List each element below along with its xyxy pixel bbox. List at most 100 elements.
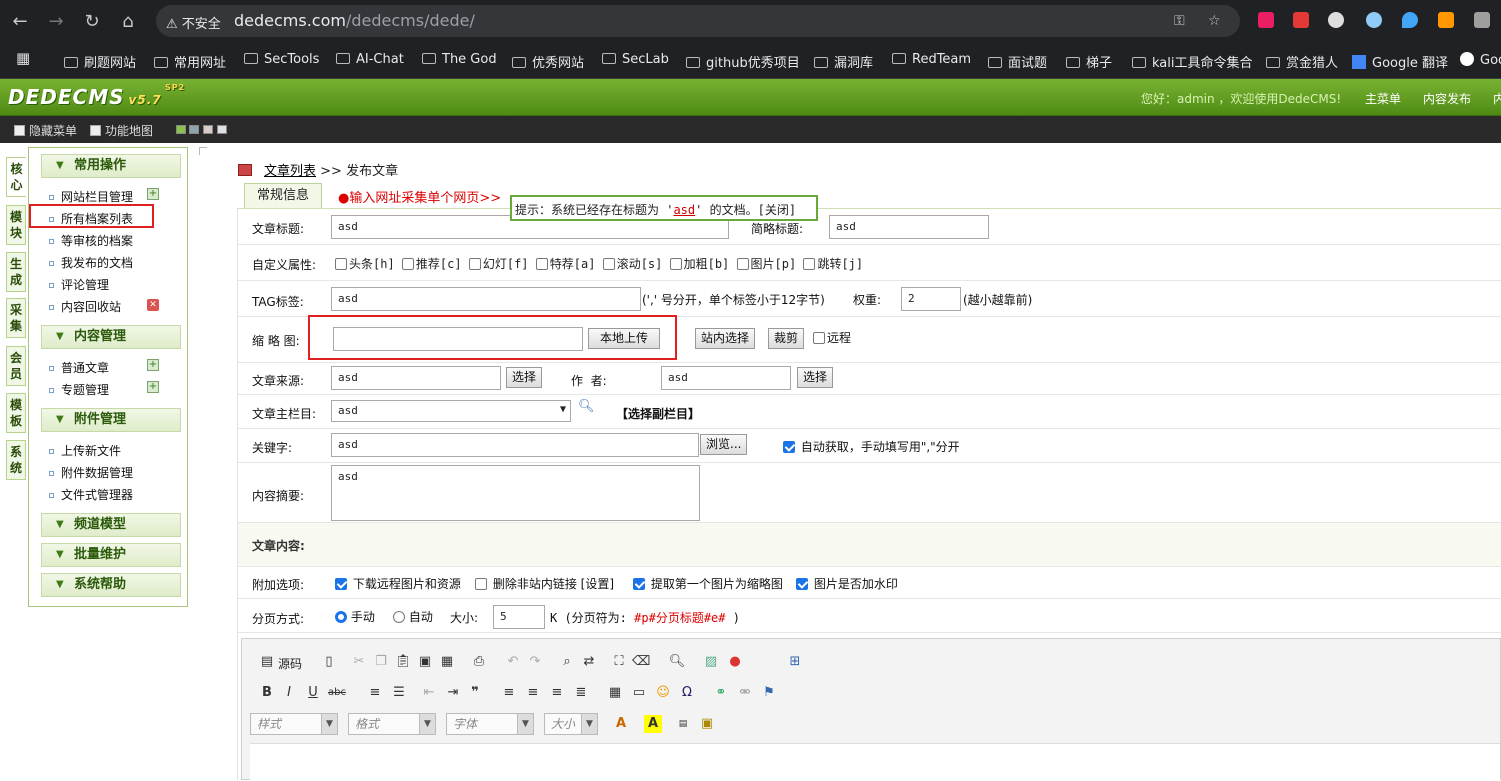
nav-content-publish[interactable]: 内容发布 [1423,90,1471,107]
strikethrough-icon[interactable]: abc [328,684,346,702]
source-input[interactable]: asd [331,366,501,390]
menu-group-common[interactable]: ▼ 常用操作 [41,154,181,178]
menu-group-batch[interactable]: ▼ 批量维护 [41,543,181,567]
unlink-icon[interactable]: ⚮ [736,684,754,702]
blockquote-icon[interactable]: ❞ [466,684,484,702]
bookmark-item[interactable]: AI-Chat [336,52,404,67]
bookmark-item[interactable]: 漏洞库 [814,52,873,71]
address-bar[interactable]: ⚠ 不安全 dedecms.com/dedecms/dede/ ⚿ ☆ [156,5,1240,37]
menu-item-columns[interactable]: 网站栏目管理 [49,188,133,205]
attr-h-checkbox[interactable]: 头条[h] [335,257,395,271]
align-right-icon[interactable]: ≡ [548,684,566,702]
bookmark-item[interactable]: kali工具命令集合 [1132,52,1253,71]
bookmark-item[interactable]: SecLab [602,52,669,67]
skin-white-swatch[interactable] [217,125,227,134]
bookmark-item[interactable]: 优秀网站 [512,52,584,71]
key-icon[interactable]: ⚿ [1174,13,1185,29]
menu-item-upload[interactable]: 上传新文件 [49,442,121,459]
watermark-checkbox[interactable]: 图片是否加水印 [796,575,898,592]
skin-gray-swatch[interactable] [189,125,199,134]
editor-content-area[interactable] [250,743,1500,781]
paging-auto-radio[interactable]: 自动 [393,608,433,625]
duplicate-title-tip[interactable]: 提示：系统已经存在标题为 'asd' 的文档。[关闭] [510,195,818,221]
flash-icon[interactable]: ● [726,653,744,671]
paste-text-icon[interactable]: ▣ [416,653,434,671]
page-break-icon[interactable]: ▤ [674,715,692,733]
extension-puzzle-icon[interactable] [1474,12,1490,28]
add-column-icon[interactable]: + [147,188,159,200]
attr-a-checkbox[interactable]: 特荐[a] [535,257,595,271]
cut-icon[interactable]: ✂ [350,653,368,671]
menu-group-channel-model[interactable]: ▼ 频道模型 [41,513,181,537]
remove-format-icon[interactable]: ⌫ [632,653,650,671]
tag-input[interactable]: asd [331,287,641,311]
bookmark-item[interactable]: The God [422,52,497,67]
ordered-list-icon[interactable]: ≡ [366,684,384,702]
text-color-icon[interactable]: A [612,715,630,733]
nav-more[interactable]: 内 [1493,90,1501,107]
paste-icon[interactable]: 📋︎ [394,653,412,671]
weight-input[interactable]: 2 [901,287,961,311]
download-remote-checkbox[interactable]: 下载远程图片和资源 [335,575,461,592]
bookmark-item[interactable]: 面试题 [988,52,1047,71]
search-icon[interactable]: 🔍︎ [578,399,595,414]
extension-translate-icon[interactable] [1258,12,1274,28]
source-icon[interactable]: ▤ [258,653,276,671]
bookmark-item[interactable]: github优秀项目 [686,52,800,71]
paste-word-icon[interactable]: ▦ [438,653,456,671]
crop-button[interactable]: 裁剪 [768,328,805,349]
source-select-button[interactable]: 选择 [506,367,543,388]
remove-links-checkbox[interactable]: 删除非站内链接 [设置] [475,575,614,592]
menu-item-attachment-data[interactable]: 附件数据管理 [49,464,133,481]
back-icon[interactable]: ← [8,10,32,34]
align-left-icon[interactable]: ≡ [500,684,518,702]
bookmark-item[interactable]: 赏金猎人 [1266,52,1338,71]
short-title-input[interactable]: asd [829,215,989,239]
bookmark-item[interactable]: RedTeam [892,52,971,67]
copy-icon[interactable]: ❐ [372,653,390,671]
style-combo[interactable]: 样式 ▼ [250,713,338,735]
extension-orange-icon[interactable] [1438,12,1454,28]
add-topic-icon[interactable]: + [147,381,159,393]
bold-icon[interactable]: B [258,684,276,702]
author-input[interactable]: asd [661,366,791,390]
underline-icon[interactable]: U [304,684,322,702]
collect-webpage-link[interactable]: ●输入网址采集单个网页>> [338,187,501,206]
site-select-button[interactable]: 站内选择 [695,328,756,349]
italic-icon[interactable]: I [280,684,298,702]
table-icon[interactable]: ▦ [606,684,624,702]
select-all-icon[interactable]: ⛶ [610,653,628,671]
left-tab-module[interactable]: 模块 [6,205,26,245]
bookmark-item[interactable]: 梯子 [1066,52,1112,71]
bookmark-item[interactable]: Goo [1460,52,1501,68]
nav-main-menu[interactable]: 主菜单 [1365,90,1401,107]
hide-menu-button[interactable]: 隐藏菜单 [14,122,77,139]
left-tab-system[interactable]: 系统 [6,440,26,480]
attr-j-checkbox[interactable]: 跳转[j] [803,257,863,271]
reload-icon[interactable]: ↻ [80,10,104,34]
replace-icon[interactable]: ⇄ [580,653,598,671]
outdent-icon[interactable]: ⇤ [420,684,438,702]
settings-link[interactable]: [设置] [581,577,614,591]
new-page-icon[interactable]: ▯ [320,653,338,671]
attr-b-checkbox[interactable]: 加粗[b] [669,257,729,271]
feature-map-button[interactable]: 功能地图 [90,122,153,139]
left-tab-generate[interactable]: 生成 [6,252,26,292]
paging-manual-radio[interactable]: 手动 [335,608,375,625]
home-icon[interactable]: ⌂ [116,10,140,34]
bookmark-item[interactable]: Google 翻译 [1352,52,1448,71]
special-char-icon[interactable]: Ω [678,684,696,702]
extension-counter-icon[interactable] [1328,12,1344,28]
author-select-button[interactable]: 选择 [797,367,834,388]
summary-textarea[interactable]: asd [331,465,700,521]
left-tab-core[interactable]: 核心 [6,157,26,197]
menu-group-help[interactable]: ▼ 系统帮助 [41,573,181,597]
auto-keywords-checkbox[interactable]: 自动获取，手动填写用","分开 [783,438,960,455]
browse-keywords-button[interactable]: 浏览... [700,434,748,455]
menu-item-my-docs[interactable]: 我发布的文档 [49,254,133,271]
attr-c-checkbox[interactable]: 推荐[c] [401,257,462,271]
skin-beige-swatch[interactable] [203,125,213,134]
find-icon[interactable]: ⌕ [558,653,576,671]
template-icon[interactable]: ▣ [698,715,716,733]
clear-recycle-icon[interactable]: ✕ [147,299,159,311]
